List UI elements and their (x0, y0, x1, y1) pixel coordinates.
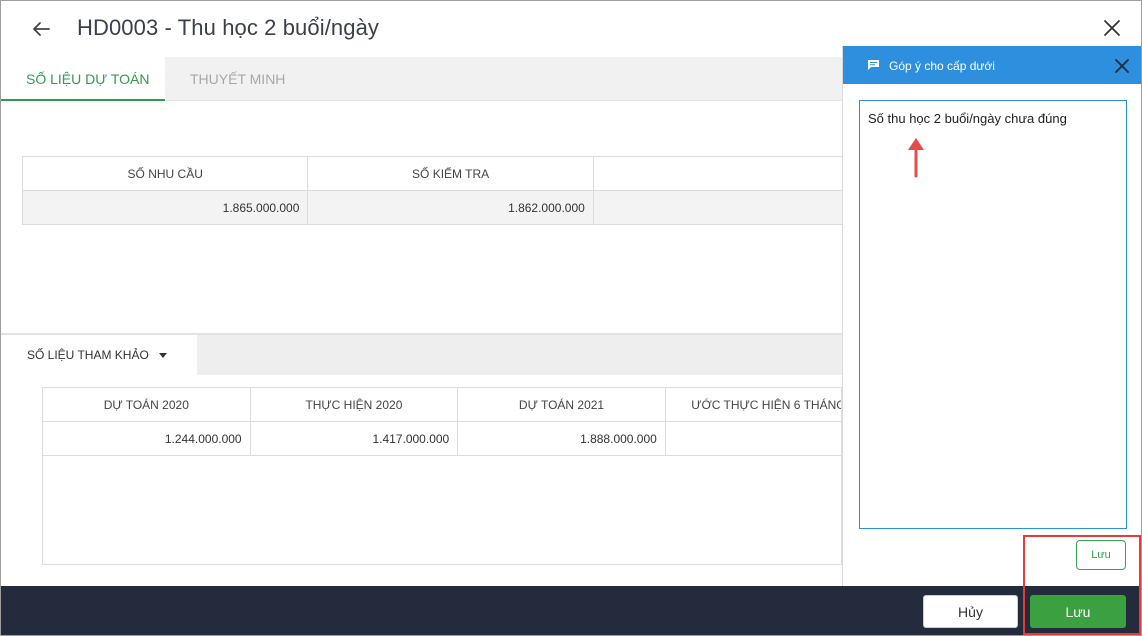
table-cell[interactable] (592, 190, 858, 225)
close-icon[interactable] (1113, 57, 1131, 75)
reference-tab-label: SỐ LIỆU THAM KHẢO (27, 348, 149, 362)
column-header: DỰ TOÁN 2020 (43, 388, 251, 422)
column-header: ƯỚC THỰC HIỆN 6 THÁNG (664, 388, 841, 422)
table-cell: 1.417.000.000 (249, 421, 459, 456)
page-title: HD0003 - Thu học 2 buổi/ngày (77, 15, 380, 40)
comment-save-button[interactable]: Lưu (1076, 540, 1126, 570)
table-cell (664, 421, 841, 456)
annotation-arrow-icon (908, 138, 924, 178)
comment-panel-header: Góp ý cho cấp dưới (843, 46, 1141, 84)
comment-panel: Góp ý cho cấp dưới Số thu học 2 buổi/ngà… (842, 46, 1141, 587)
column-header: SỐ KIỂM TRA (307, 156, 594, 191)
tab-bar: SỐ LIỆU DỰ TOÁN THUYẾT MINH (1, 57, 842, 101)
caret-down-icon (158, 353, 167, 359)
column-header: DỰ TOÁN 2021 (457, 388, 666, 422)
dialog-window: HD0003 - Thu học 2 buổi/ngày SỐ LIỆU DỰ … (0, 0, 1142, 636)
table-row: 1.244.000.000 1.417.000.000 1.888.000.00… (43, 421, 841, 456)
comment-icon (868, 60, 879, 70)
column-header: THỰC HIỆN 2020 (249, 388, 459, 422)
tab-so-lieu-du-toan[interactable]: SỐ LIỆU DỰ TOÁN (1, 57, 165, 101)
reference-table: DỰ TOÁN 2020 THỰC HIỆN 2020 DỰ TOÁN 2021… (43, 388, 841, 456)
column-header: SỐ NHU CẦU (21, 156, 309, 191)
table-cell[interactable]: 1.865.000.000 (21, 190, 309, 225)
reference-data-dropdown[interactable]: SỐ LIỆU THAM KHẢO (1, 335, 197, 376)
close-icon[interactable] (1099, 15, 1125, 41)
cancel-button[interactable]: Hủy (923, 595, 1018, 628)
table-cell[interactable]: 1.862.000.000 (307, 190, 594, 225)
comment-panel-title: Góp ý cho cấp dưới (889, 59, 995, 73)
tab-thuyet-minh[interactable]: THUYẾT MINH (165, 57, 285, 101)
comment-textarea[interactable]: Số thu học 2 buổi/ngày chưa đúng (859, 100, 1127, 529)
back-arrow-icon[interactable] (27, 17, 55, 41)
column-header (592, 156, 858, 191)
table-header-row: DỰ TOÁN 2020 THỰC HIỆN 2020 DỰ TOÁN 2021… (43, 388, 841, 422)
table-header-row: SỐ NHU CẦU SỐ KIỂM TRA (21, 156, 858, 191)
table-cell: 1.888.000.000 (457, 421, 666, 456)
budget-table: SỐ NHU CẦU SỐ KIỂM TRA 1.865.000.000 1.8… (21, 156, 858, 225)
reference-table-container: DỰ TOÁN 2020 THỰC HIỆN 2020 DỰ TOÁN 2021… (42, 387, 842, 565)
table-row: 1.865.000.000 1.862.000.000 (21, 190, 858, 225)
save-button[interactable]: Lưu (1030, 595, 1126, 628)
table-cell: 1.244.000.000 (43, 421, 251, 456)
